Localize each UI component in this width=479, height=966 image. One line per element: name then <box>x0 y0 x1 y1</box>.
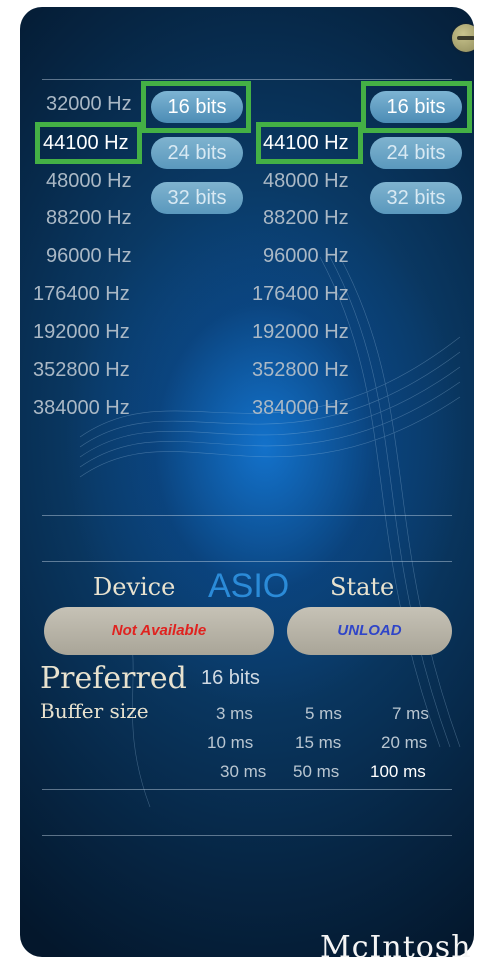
bottom-divider <box>42 835 452 836</box>
control-panel: 32000 Hz 44100 Hz 48000 Hz 88200 Hz 9600… <box>20 7 474 957</box>
buffer-20ms[interactable]: 20 ms <box>381 733 427 753</box>
right-rate-192000[interactable]: 192000 Hz <box>252 321 349 344</box>
left-bits-32-button[interactable]: 32 bits <box>151 182 243 214</box>
left-rate-highlight <box>35 122 142 164</box>
mcintosh-logo: McIntosh <box>320 930 472 965</box>
minus-icon <box>457 36 474 40</box>
buffer-100ms[interactable]: 100 ms <box>370 762 426 782</box>
left-rate-176400[interactable]: 176400 Hz <box>33 283 130 306</box>
buffer-7ms[interactable]: 7 ms <box>392 704 429 724</box>
asio-title: ASIO <box>208 567 290 605</box>
buffer-5ms[interactable]: 5 ms <box>305 704 342 724</box>
top-divider <box>42 79 452 80</box>
buffer-15ms[interactable]: 15 ms <box>295 733 341 753</box>
right-rate-352800[interactable]: 352800 Hz <box>252 359 349 382</box>
buffer-50ms[interactable]: 50 ms <box>293 762 339 782</box>
device-status-button[interactable]: Not Available <box>44 607 274 655</box>
left-rate-384000[interactable]: 384000 Hz <box>33 397 130 420</box>
middle-divider <box>42 515 452 516</box>
buffer-30ms[interactable]: 30 ms <box>220 762 266 782</box>
right-rate-48000[interactable]: 48000 Hz <box>263 170 349 193</box>
right-bits-highlight <box>361 81 472 133</box>
right-bits-24-button[interactable]: 24 bits <box>370 137 462 169</box>
left-bits-highlight <box>141 81 251 133</box>
right-rate-176400[interactable]: 176400 Hz <box>252 283 349 306</box>
minimize-button[interactable] <box>452 24 474 52</box>
asio-divider <box>42 561 452 562</box>
device-label: Device <box>93 573 176 601</box>
right-rate-384000[interactable]: 384000 Hz <box>252 397 349 420</box>
right-rate-88200[interactable]: 88200 Hz <box>263 207 349 230</box>
state-label: State <box>330 573 395 601</box>
right-bits-32-button[interactable]: 32 bits <box>370 182 462 214</box>
preferred-label: Preferred <box>40 661 187 696</box>
preferred-bits-value: 16 bits <box>201 667 260 689</box>
left-rate-32000[interactable]: 32000 Hz <box>46 93 132 116</box>
right-rate-highlight <box>256 122 363 164</box>
right-rate-96000[interactable]: 96000 Hz <box>263 245 349 268</box>
left-bits-24-button[interactable]: 24 bits <box>151 137 243 169</box>
lower-divider <box>42 789 452 790</box>
left-rate-352800[interactable]: 352800 Hz <box>33 359 130 382</box>
left-rate-48000[interactable]: 48000 Hz <box>46 170 132 193</box>
buffer-10ms[interactable]: 10 ms <box>207 733 253 753</box>
left-rate-192000[interactable]: 192000 Hz <box>33 321 130 344</box>
left-rate-88200[interactable]: 88200 Hz <box>46 207 132 230</box>
left-rate-96000[interactable]: 96000 Hz <box>46 245 132 268</box>
buffer-3ms[interactable]: 3 ms <box>216 704 253 724</box>
buffer-size-label: Buffer size <box>40 699 149 723</box>
state-unload-button[interactable]: UNLOAD <box>287 607 452 655</box>
